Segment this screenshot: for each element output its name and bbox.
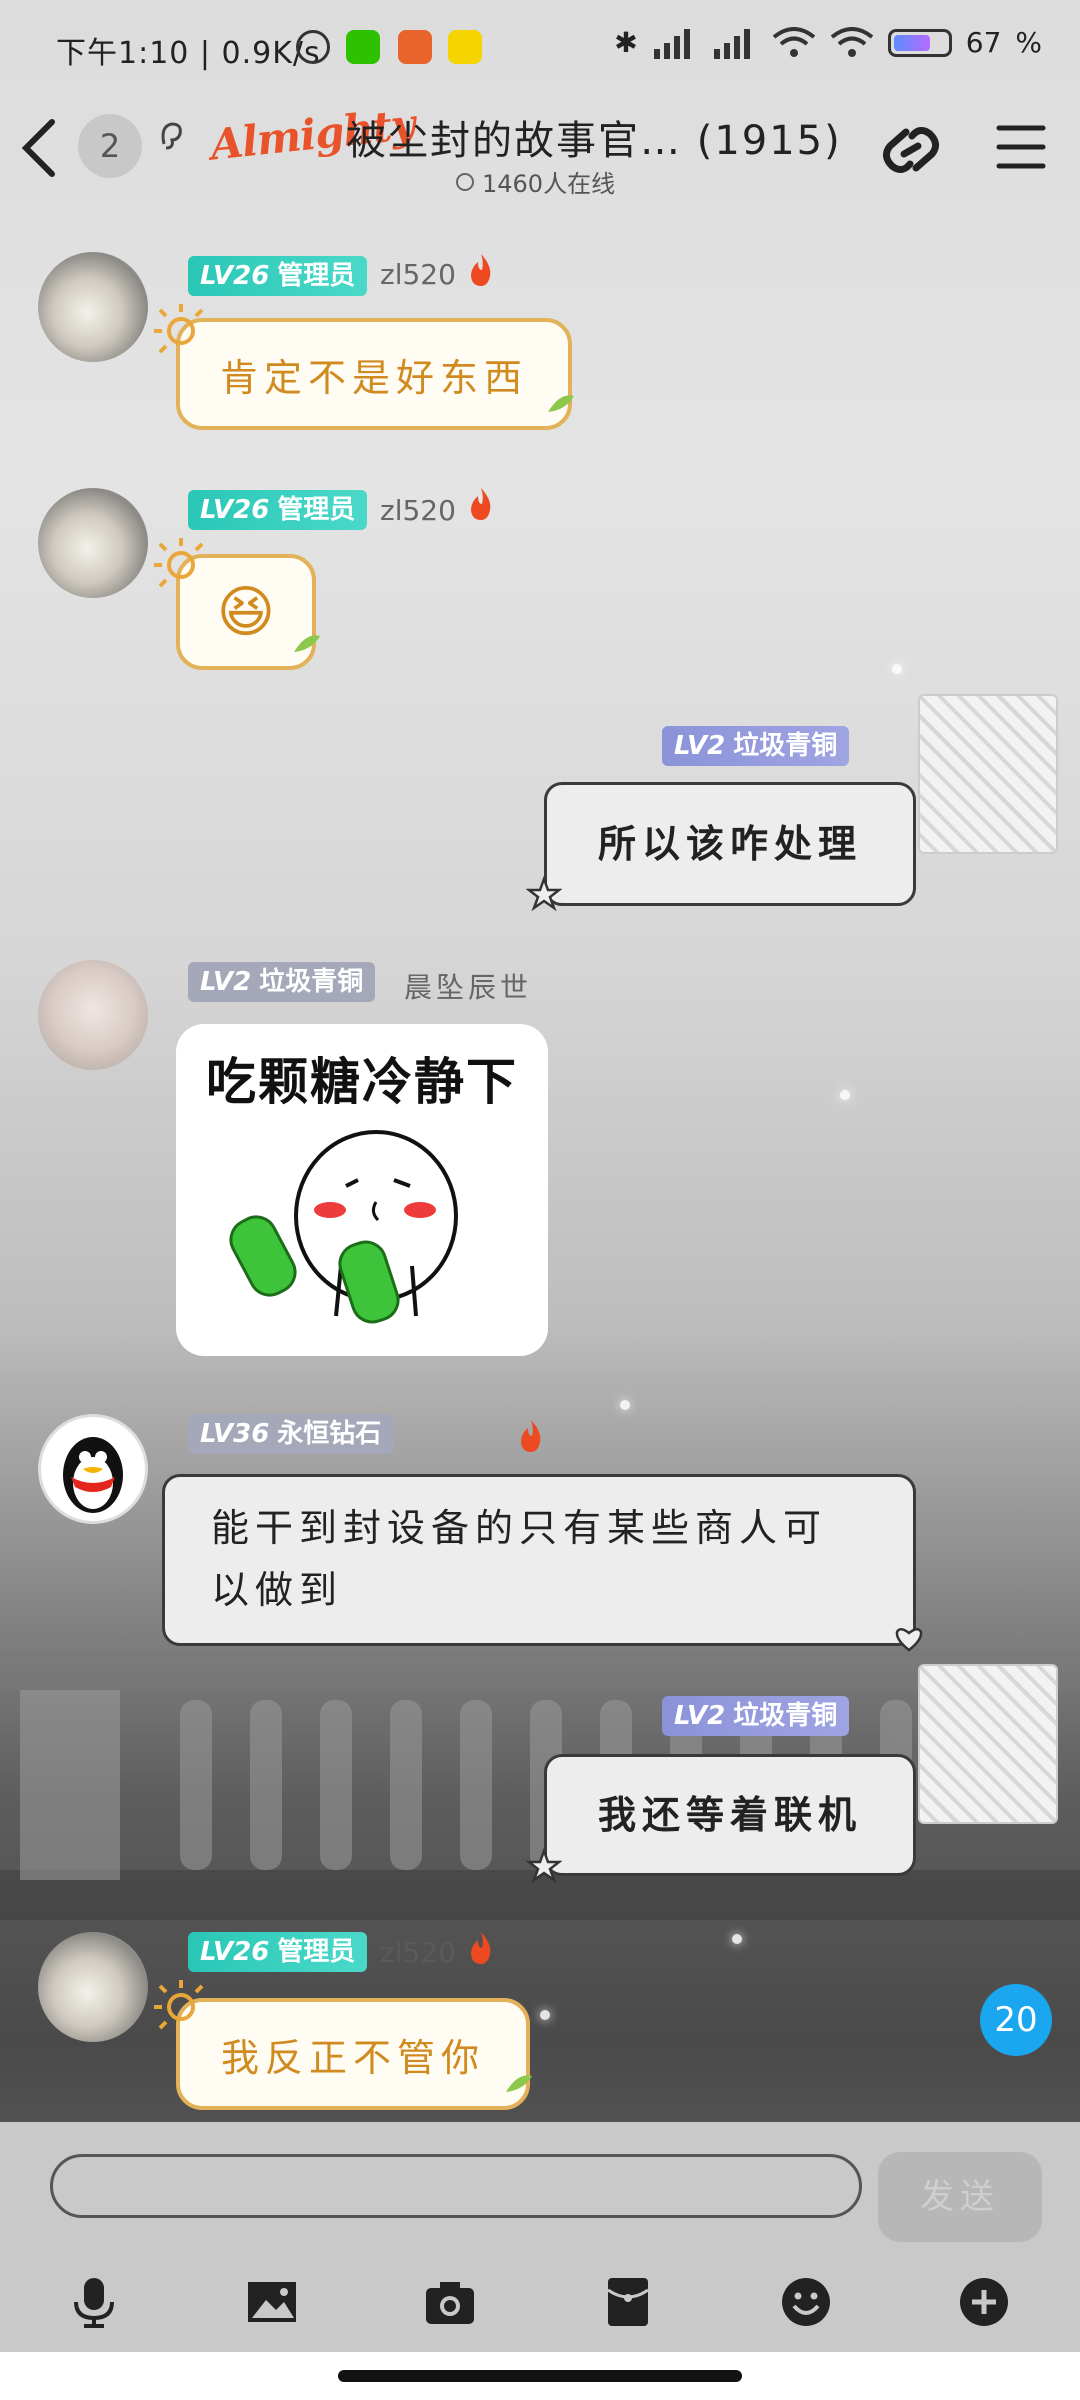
- avatar-self-manga[interactable]: [918, 694, 1058, 854]
- online-count: 1460人在线: [456, 164, 615, 199]
- home-indicator[interactable]: [338, 2370, 742, 2382]
- message-bubble[interactable]: 所以该咋处理: [544, 782, 916, 906]
- wifi-icon: [830, 26, 873, 57]
- online-count-text: 1460人在线: [482, 170, 616, 198]
- link-icon[interactable]: [876, 118, 946, 182]
- sparkle: [620, 1400, 630, 1410]
- alarm-icon: [296, 30, 330, 64]
- star-decoration-icon: [526, 1848, 562, 1884]
- composer-toolbar: [0, 2252, 1080, 2352]
- emoji-icon[interactable]: [778, 2274, 834, 2330]
- avatar-cat[interactable]: [38, 252, 148, 362]
- composer-bar: 发送: [0, 2122, 1080, 2252]
- ear-icon[interactable]: [156, 118, 186, 154]
- level-badge: LV2 垃圾青铜: [188, 962, 376, 1002]
- sun-decoration-icon: [154, 304, 204, 354]
- bluetooth-icon: ✱: [614, 26, 638, 59]
- battery-level: 67: [965, 26, 1002, 59]
- sparkle: [892, 664, 902, 674]
- sender-nickname[interactable]: zl520: [380, 1936, 456, 1969]
- leaf-decoration-icon: [506, 2075, 532, 2092]
- status-bar: 下午1:10 | 0.9K/s ✱ 67%: [0, 0, 1080, 96]
- send-button[interactable]: 发送: [878, 2152, 1042, 2242]
- sticker-character: [229, 1130, 458, 1324]
- group-title[interactable]: 被尘封的故事官… (1915): [346, 108, 842, 166]
- signal-icon: [653, 28, 690, 59]
- app-notification-icon: [398, 30, 432, 64]
- plus-icon[interactable]: [956, 2274, 1012, 2330]
- avatar-cat[interactable]: [38, 488, 148, 598]
- level-badge: LV36 永恒钻石: [188, 1414, 394, 1454]
- wifi-icon: [772, 26, 815, 57]
- sparkle: [732, 1934, 742, 1944]
- back-icon[interactable]: [14, 116, 64, 180]
- wechat-icon: [346, 30, 380, 64]
- fire-icon: [471, 1932, 491, 1964]
- star-decoration-icon: [526, 876, 562, 912]
- notification-o-icon: [448, 30, 482, 64]
- message-input[interactable]: [50, 2154, 862, 2218]
- mic-icon[interactable]: [66, 2274, 122, 2330]
- sparkle: [540, 2010, 550, 2020]
- level-badge: LV2 垃圾青铜: [662, 726, 850, 766]
- online-icon: [456, 172, 474, 191]
- message-bubble[interactable]: 能干到封设备的只有某些商人可以做到: [162, 1474, 916, 1646]
- message-bubble[interactable]: 我还等着联机: [544, 1754, 916, 1876]
- new-messages-badge[interactable]: 20: [980, 1984, 1052, 2056]
- level-badge: LV26 管理员: [188, 490, 368, 530]
- message-bubble[interactable]: 肯定不是好东西: [176, 318, 572, 430]
- image-icon[interactable]: [244, 2274, 300, 2330]
- avatar-sketch[interactable]: [38, 960, 148, 1070]
- fire-icon: [471, 254, 491, 286]
- sparkle: [840, 1090, 850, 1100]
- sender-nickname[interactable]: zl520: [380, 258, 456, 291]
- fire-icon: [471, 488, 491, 520]
- sun-decoration-icon: [154, 1980, 204, 2030]
- level-badge: LV2 垃圾青铜: [662, 1696, 850, 1736]
- battery-icon: [887, 28, 952, 57]
- sticker-image[interactable]: 吃颗糖冷静下: [176, 1024, 548, 1356]
- battery-percent-sign: %: [1015, 26, 1042, 59]
- level-badge: LV26 管理员: [188, 256, 368, 296]
- unread-count-badge[interactable]: 2: [78, 114, 142, 178]
- status-time: 下午1:10 | 0.9K/s: [56, 36, 321, 71]
- level-badge: LV26 管理员: [188, 1932, 368, 1972]
- camera-icon[interactable]: [422, 2274, 478, 2330]
- penguin-icon: [63, 1437, 123, 1513]
- sender-nickname[interactable]: 晨坠辰世: [404, 966, 532, 1006]
- sender-nickname[interactable]: zl520: [380, 494, 456, 527]
- avatar-self-manga[interactable]: [918, 1664, 1058, 1824]
- leaf-decoration-icon: [548, 395, 574, 412]
- fire-icon: [521, 1420, 541, 1452]
- heart-decoration-icon: [895, 1628, 923, 1652]
- leaf-decoration-icon: [294, 635, 320, 652]
- sun-decoration-icon: [154, 538, 204, 588]
- signal-icon: [713, 28, 750, 59]
- redpacket-icon[interactable]: [600, 2274, 656, 2330]
- avatar-cat[interactable]: [38, 1932, 148, 2042]
- sticker-caption: 吃颗糖冷静下: [206, 1053, 518, 1111]
- avatar-qq-penguin[interactable]: [38, 1414, 148, 1524]
- message-bubble[interactable]: 我反正不管你: [176, 1998, 530, 2110]
- menu-icon[interactable]: [996, 124, 1046, 170]
